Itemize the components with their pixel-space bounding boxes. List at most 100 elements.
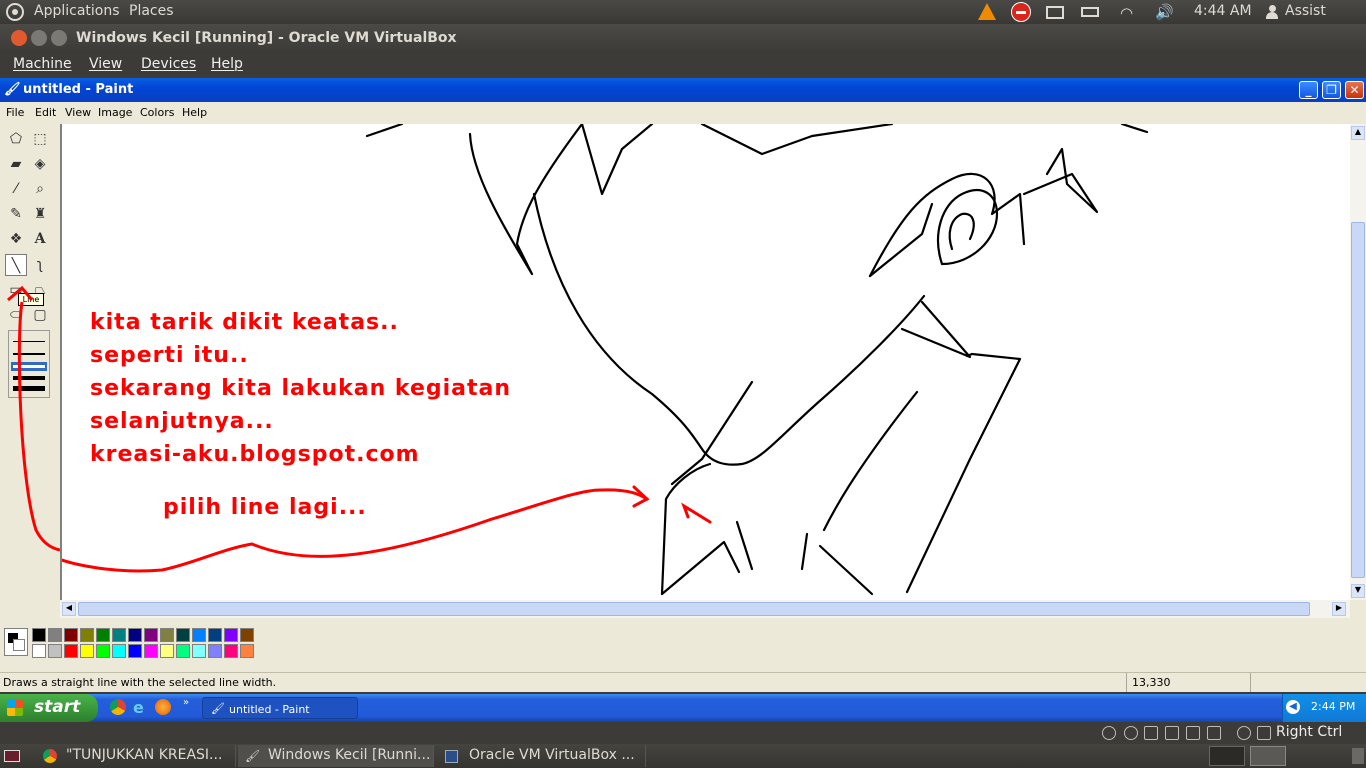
color-swatch[interactable]: [112, 628, 126, 642]
close-icon[interactable]: ✕: [1345, 81, 1364, 99]
color-swatch[interactable]: [224, 628, 238, 642]
scroll-down-icon[interactable]: ▼: [1351, 584, 1365, 598]
chrome-icon[interactable]: [110, 699, 126, 715]
places-menu[interactable]: Places: [129, 3, 174, 19]
eraser-icon[interactable]: ▰: [5, 153, 27, 175]
maximize-icon[interactable]: [51, 30, 67, 46]
clock[interactable]: 4:44 AM: [1194, 3, 1252, 19]
horizontal-scrollbar[interactable]: ◀ ▶: [60, 600, 1350, 618]
color-swatch[interactable]: [176, 628, 190, 642]
brush-icon[interactable]: ♜: [29, 203, 51, 225]
color-swatch[interactable]: [96, 628, 110, 642]
video-icon[interactable]: [1207, 726, 1221, 740]
color-swatch[interactable]: [80, 628, 94, 642]
battery-icon[interactable]: [1081, 7, 1099, 17]
color-swatch[interactable]: [224, 644, 238, 658]
color-swatch[interactable]: [32, 644, 46, 658]
free-select-icon[interactable]: ⬠: [5, 128, 27, 150]
applications-menu[interactable]: Applications: [34, 3, 120, 19]
menu-edit[interactable]: Edit: [35, 106, 56, 119]
current-colors[interactable]: [4, 628, 28, 656]
curve-icon[interactable]: ʅ: [29, 254, 51, 276]
drawing-canvas[interactable]: kita tarik dikit keatas.. seperti itu.. …: [60, 124, 1350, 600]
user-icon[interactable]: [1266, 5, 1278, 19]
menu-devices[interactable]: Devices: [141, 56, 196, 72]
task-vbox-window[interactable]: 🖌 Windows Kecil [Runni...: [238, 745, 434, 767]
hscroll-thumb[interactable]: [78, 602, 1310, 616]
taskbar-paint-button[interactable]: 🖌 untitled - Paint: [202, 697, 358, 719]
color-swatch[interactable]: [128, 644, 142, 658]
close-icon[interactable]: [11, 30, 27, 46]
workspace-1[interactable]: [1209, 746, 1245, 766]
xp-clock[interactable]: 2:44 PM: [1311, 700, 1355, 713]
pencil-icon[interactable]: ✎: [5, 203, 27, 225]
color-swatch[interactable]: [176, 644, 190, 658]
airbrush-icon[interactable]: ❖: [5, 228, 27, 250]
usb-icon[interactable]: [1144, 726, 1158, 740]
vertical-scrollbar[interactable]: ▲ ▼: [1350, 124, 1366, 600]
vscroll-thumb[interactable]: [1351, 222, 1365, 578]
color-swatch[interactable]: [208, 628, 222, 642]
rect-select-icon[interactable]: ⬚: [29, 128, 51, 150]
harddisk-icon[interactable]: [1102, 726, 1116, 740]
menu-view[interactable]: View: [89, 56, 122, 72]
color-swatch[interactable]: [64, 644, 78, 658]
color-swatch[interactable]: [160, 628, 174, 642]
color-swatch[interactable]: [160, 644, 174, 658]
color-swatch[interactable]: [240, 628, 254, 642]
host-key-icon[interactable]: [1257, 726, 1271, 740]
color-swatch[interactable]: [80, 644, 94, 658]
color-swatch[interactable]: [48, 644, 62, 658]
scroll-left-icon[interactable]: ◀: [62, 602, 76, 616]
vlc-icon[interactable]: [978, 3, 996, 20]
wifi-icon[interactable]: ◠: [1120, 4, 1140, 22]
menu-help[interactable]: Help: [182, 106, 207, 119]
firefox-icon[interactable]: [155, 699, 171, 715]
color-swatch[interactable]: [48, 628, 62, 642]
color-swatch[interactable]: [144, 628, 158, 642]
line-icon[interactable]: ╲: [5, 254, 27, 276]
task-vbox-manager[interactable]: Oracle VM VirtualBox ...: [436, 745, 646, 767]
menu-view[interactable]: View: [65, 106, 91, 119]
ie-icon[interactable]: e: [133, 698, 144, 717]
menu-colors[interactable]: Colors: [140, 106, 174, 119]
scroll-up-icon[interactable]: ▲: [1351, 126, 1365, 140]
volume-icon[interactable]: 🔊: [1155, 3, 1174, 21]
color-swatch[interactable]: [112, 644, 126, 658]
restore-icon[interactable]: ❐: [1322, 81, 1341, 99]
mouse-integration-icon[interactable]: [1237, 726, 1251, 740]
color-swatch[interactable]: [128, 628, 142, 642]
color-swatch[interactable]: [32, 628, 46, 642]
cd-icon[interactable]: [1124, 726, 1138, 740]
network-icon[interactable]: [1165, 726, 1179, 740]
tray-expand-icon[interactable]: ◀: [1286, 700, 1300, 714]
workspace-2[interactable]: [1250, 746, 1286, 766]
minimize-icon[interactable]: [31, 30, 47, 46]
color-swatch[interactable]: [144, 644, 158, 658]
color-swatch[interactable]: [192, 644, 206, 658]
text-icon[interactable]: A: [29, 228, 51, 250]
stop-icon[interactable]: [1011, 2, 1031, 22]
show-desktop-icon[interactable]: [4, 750, 20, 762]
trash-icon[interactable]: [1352, 748, 1364, 764]
menu-help[interactable]: Help: [211, 56, 243, 72]
task-chrome[interactable]: "TUNJUKKAN KREASI...: [36, 745, 236, 767]
mail-icon[interactable]: [1046, 6, 1064, 19]
user-name[interactable]: Assist: [1285, 3, 1326, 19]
color-swatch[interactable]: [96, 644, 110, 658]
scroll-right-icon[interactable]: ▶: [1332, 602, 1346, 616]
color-swatch[interactable]: [240, 644, 254, 658]
shared-folder-icon[interactable]: [1186, 726, 1200, 740]
ubuntu-logo-icon[interactable]: [6, 3, 24, 21]
color-swatch[interactable]: [208, 644, 222, 658]
start-button[interactable]: start: [0, 694, 98, 722]
color-picker-icon[interactable]: ⁄: [5, 178, 27, 200]
fill-icon[interactable]: ◈: [29, 153, 51, 175]
minimize-icon[interactable]: _: [1299, 81, 1318, 99]
color-swatch[interactable]: [64, 628, 78, 642]
menu-machine[interactable]: Machine: [13, 56, 72, 72]
color-swatch[interactable]: [192, 628, 206, 642]
menu-image[interactable]: Image: [98, 106, 132, 119]
menu-file[interactable]: File: [6, 106, 24, 119]
quicklaunch-more-icon[interactable]: »: [183, 697, 189, 708]
